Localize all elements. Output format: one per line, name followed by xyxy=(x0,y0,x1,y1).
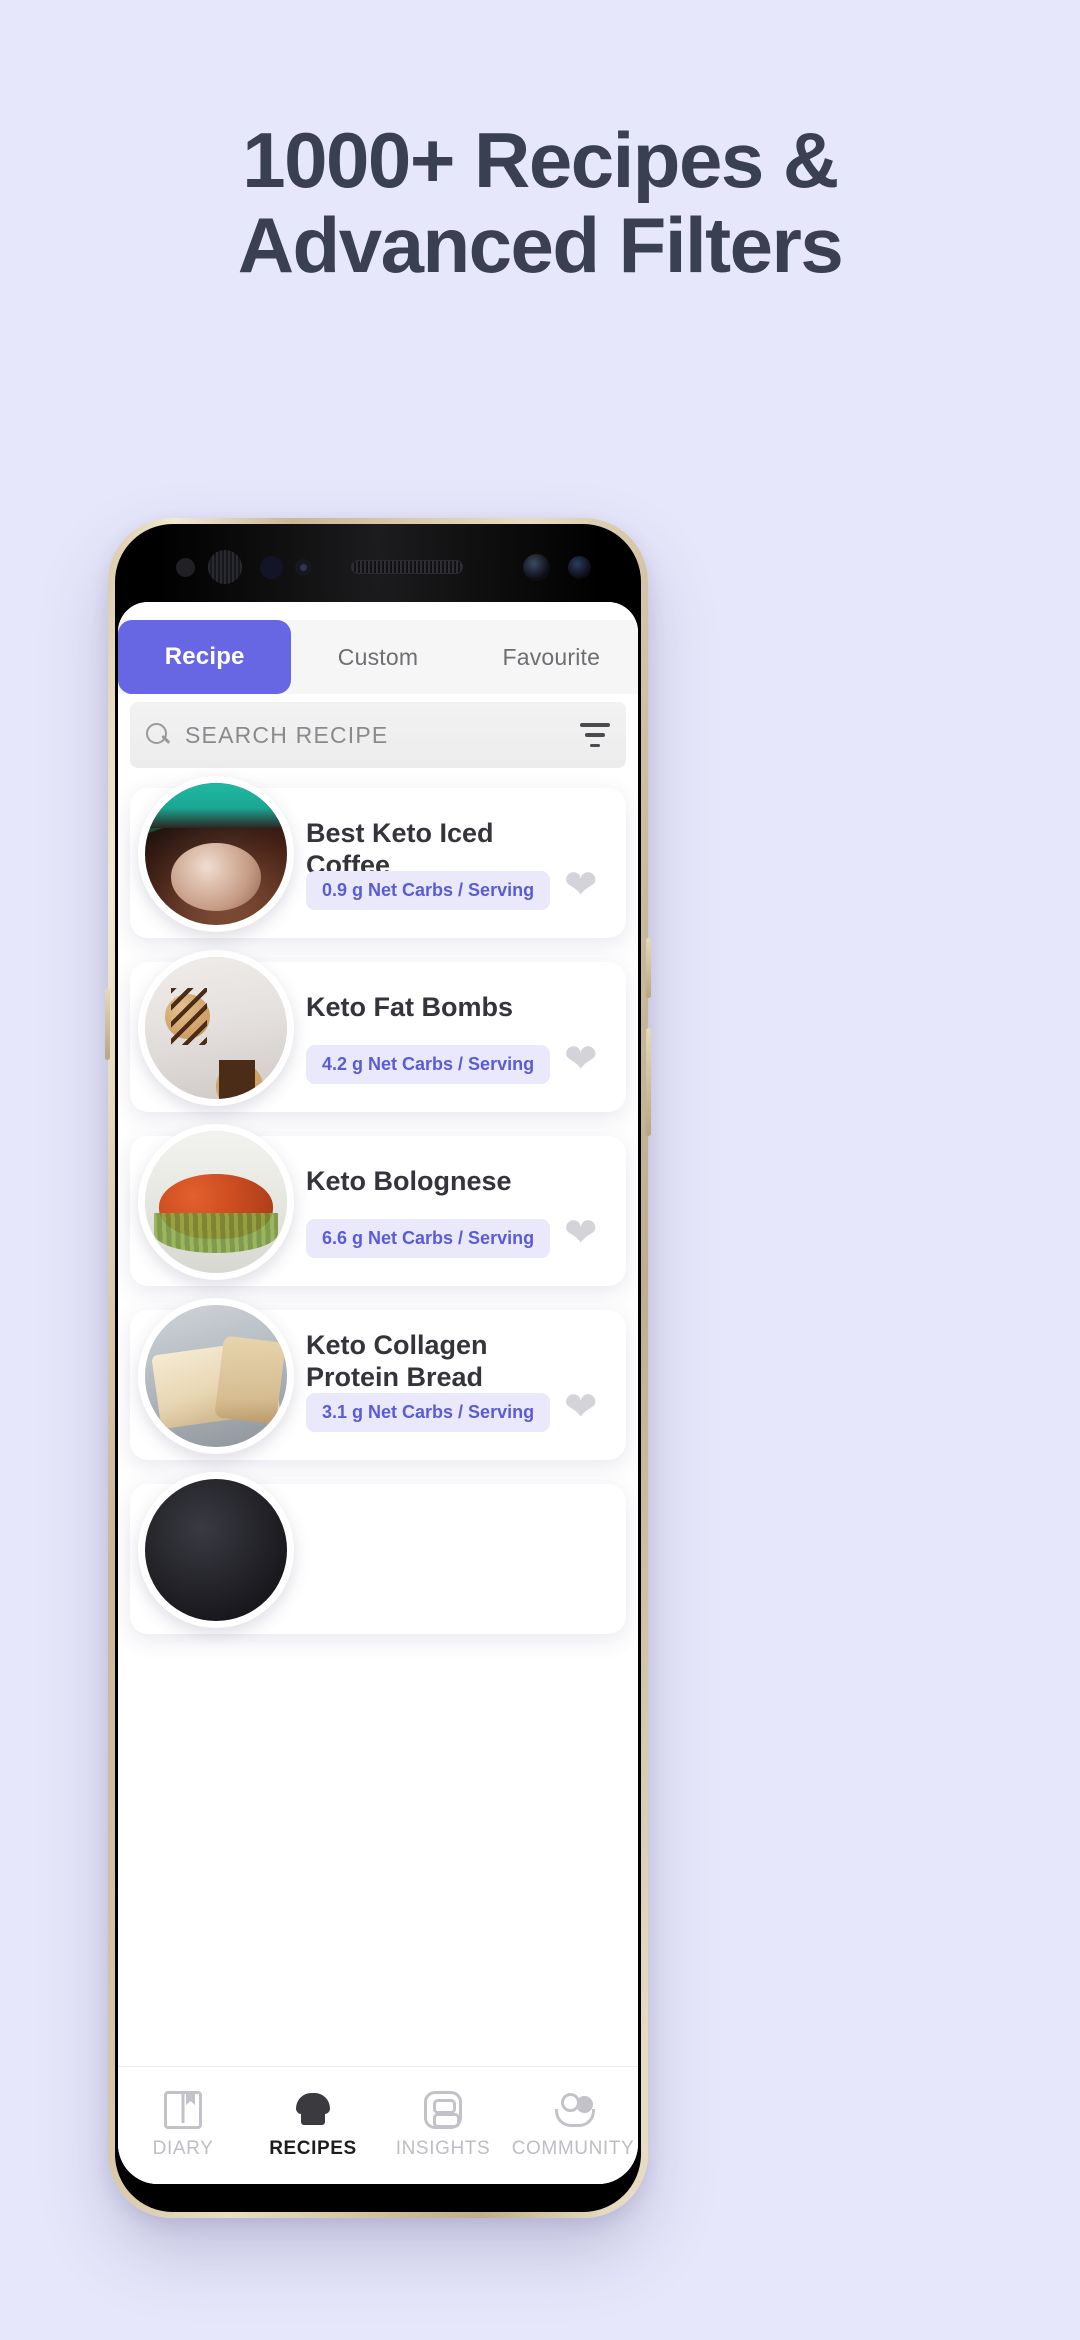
chef-hat-icon xyxy=(294,2091,332,2129)
recipe-thumbnail xyxy=(138,950,294,1106)
recipe-title: Keto Bolognese xyxy=(306,1166,512,1196)
recipe-card-1[interactable]: Best Keto Iced Coffee 0.9 g Net Carbs / … xyxy=(130,776,626,938)
recipe-thumbnail xyxy=(138,776,294,932)
recipe-title: Keto Fat Bombs xyxy=(306,992,514,1022)
tab-recipe-label: Recipe xyxy=(164,643,245,670)
earpiece-speaker xyxy=(351,560,463,574)
recipe-thumbnail xyxy=(138,1472,294,1628)
promo-screenshot: 1000+ Recipes & Advanced Filters Recipe xyxy=(0,0,1080,2340)
bottom-navigation: DIARY RECIPES INSIGHTS COMMUNITY xyxy=(118,2066,638,2184)
recipe-title: Keto Collagen Protein Bread xyxy=(306,1330,488,1392)
assistant-button[interactable] xyxy=(105,988,110,1060)
nav-item-diary[interactable]: DIARY xyxy=(118,2091,248,2160)
proximity-sensor-icon xyxy=(176,558,195,577)
net-carbs-badge: 6.6 g Net Carbs / Serving xyxy=(306,1219,551,1258)
page-title: 1000+ Recipes & Advanced Filters xyxy=(0,116,1080,290)
nav-label-recipes: RECIPES xyxy=(269,2138,357,2159)
tab-custom[interactable]: Custom xyxy=(291,620,464,694)
nav-label-community: COMMUNITY xyxy=(511,2138,635,2159)
recipe-card-5[interactable] xyxy=(130,1472,626,1634)
front-camera-icon xyxy=(295,559,312,576)
nav-item-community[interactable]: COMMUNITY xyxy=(508,2091,638,2160)
recipe-list[interactable]: Best Keto Iced Coffee 0.9 g Net Carbs / … xyxy=(118,774,638,2066)
net-carbs-badge: 0.9 g Net Carbs / Serving xyxy=(306,871,551,910)
nav-label-insights: INSIGHTS xyxy=(395,2138,491,2159)
phone-screen: Recipe Custom Favourite SEARCH RECIPE Be… xyxy=(118,602,638,2184)
insights-icon xyxy=(424,2091,462,2129)
recipe-card-4[interactable]: Keto Collagen Protein Bread 3.1 g Net Ca… xyxy=(130,1298,626,1460)
app-screen: Recipe Custom Favourite SEARCH RECIPE Be… xyxy=(118,602,638,2184)
heart-icon[interactable]: ❤ xyxy=(564,1387,602,1427)
secondary-camera-icon xyxy=(523,554,550,581)
phone-sensors xyxy=(108,548,648,588)
recipe-card-2[interactable]: Keto Fat Bombs 4.2 g Net Carbs / Serving… xyxy=(130,950,626,1112)
power-button[interactable] xyxy=(646,938,651,998)
tab-recipe[interactable]: Recipe xyxy=(118,620,292,694)
tertiary-sensor-icon xyxy=(568,556,591,579)
nav-label-diary: DIARY xyxy=(152,2138,214,2159)
search-icon xyxy=(146,722,171,748)
headline-line-2: Advanced Filters xyxy=(237,201,844,290)
iris-scanner-icon xyxy=(208,550,242,584)
heart-icon[interactable]: ❤ xyxy=(564,1039,602,1079)
net-carbs-badge: 4.2 g Net Carbs / Serving xyxy=(306,1045,551,1084)
heart-icon[interactable]: ❤ xyxy=(564,1213,602,1253)
net-carbs-badge: 3.1 g Net Carbs / Serving xyxy=(306,1393,551,1432)
recipe-card-3[interactable]: Keto Bolognese 6.6 g Net Carbs / Serving… xyxy=(130,1124,626,1286)
headline-line-1: 1000+ Recipes & xyxy=(242,116,839,204)
search-bar[interactable]: SEARCH RECIPE xyxy=(130,702,626,768)
filter-icon[interactable] xyxy=(580,723,610,747)
heart-icon[interactable]: ❤ xyxy=(564,865,602,905)
book-icon xyxy=(164,2091,202,2129)
light-sensor-icon xyxy=(260,556,283,579)
recipe-thumbnail xyxy=(138,1124,294,1280)
nav-item-insights[interactable]: INSIGHTS xyxy=(378,2091,508,2160)
tab-favourite-label: Favourite xyxy=(502,643,601,670)
tab-custom-label: Custom xyxy=(337,643,419,670)
recipe-tab-bar: Recipe Custom Favourite xyxy=(118,620,638,694)
recipe-thumbnail xyxy=(138,1298,294,1454)
phone-mockup: Recipe Custom Favourite SEARCH RECIPE Be… xyxy=(105,518,651,2218)
search-input[interactable]: SEARCH RECIPE xyxy=(185,722,388,749)
volume-button[interactable] xyxy=(646,1028,651,1136)
community-icon xyxy=(554,2091,595,2129)
tab-favourite[interactable]: Favourite xyxy=(465,620,638,694)
nav-item-recipes[interactable]: RECIPES xyxy=(248,2091,378,2160)
